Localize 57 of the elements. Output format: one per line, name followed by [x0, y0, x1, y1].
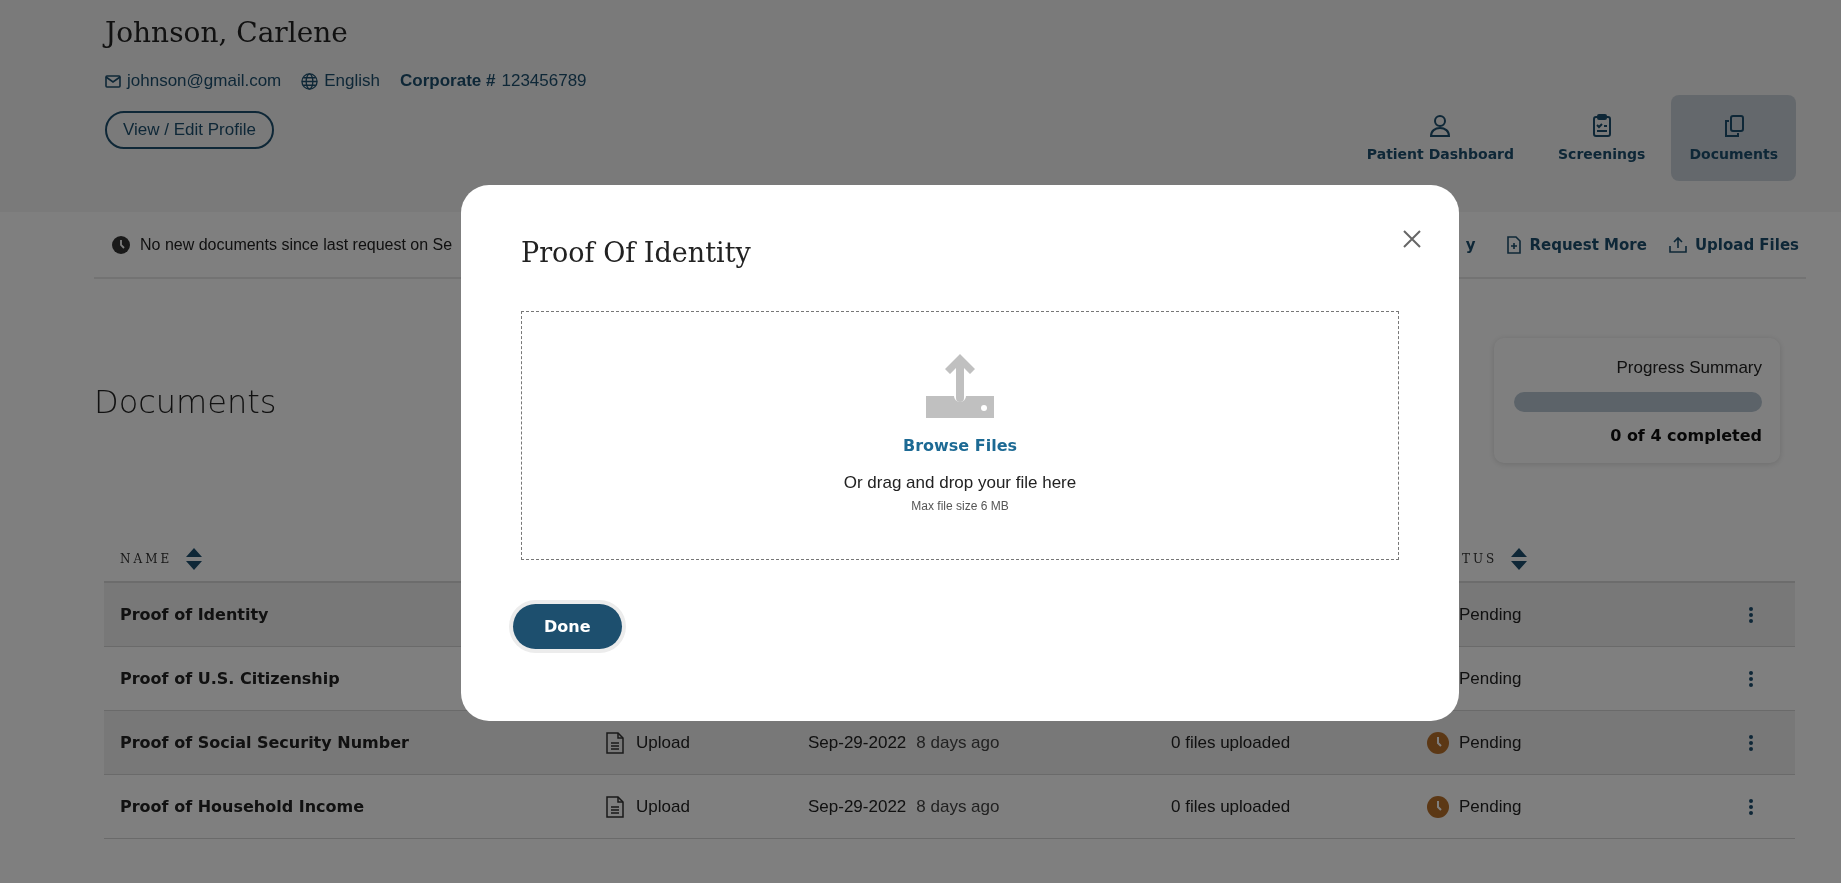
files-count: 0 files uploaded — [1171, 796, 1292, 817]
document-icon — [606, 795, 624, 818]
page-title: Documents — [94, 383, 277, 421]
nav-tab[interactable]: Documents — [1671, 95, 1796, 181]
upload-link[interactable]: Upload — [606, 731, 808, 754]
date-text: Sep-29-2022 — [808, 732, 907, 753]
close-icon — [1403, 230, 1421, 248]
toolbar-link[interactable]: Upload Files — [1668, 235, 1799, 254]
kebab-icon — [1749, 798, 1753, 815]
copy-icon — [1722, 114, 1745, 138]
toolbar-link[interactable]: Request More — [1507, 235, 1647, 254]
globe-icon — [301, 72, 319, 90]
nav-tab[interactable]: Screenings — [1540, 95, 1664, 181]
clock-icon — [112, 235, 130, 254]
status-text: Pending — [1459, 732, 1522, 753]
dialog-title: Proof Of Identity — [521, 237, 752, 268]
language-text: English — [324, 71, 381, 91]
status-text: Pending — [1459, 668, 1522, 689]
progress-text: 0 of 4 completed — [1610, 426, 1762, 445]
document-name: Proof of Household Income — [120, 797, 365, 816]
close-button[interactable] — [1403, 230, 1421, 248]
drop-hint: Or drag and drop your file here — [843, 473, 1077, 493]
document-name: Proof of Identity — [120, 605, 269, 624]
column-header: TUS — [1462, 551, 1498, 566]
browse-files-link[interactable]: Browse Files — [902, 436, 1018, 455]
status-text: Pending — [1459, 796, 1522, 817]
sort-icon[interactable] — [1511, 547, 1528, 570]
email-text: johnson@gmail.com — [127, 71, 282, 91]
size-limit: Max file size 6 MB — [911, 499, 1009, 513]
clock-icon — [1427, 795, 1449, 818]
files-count: 0 files uploaded — [1171, 732, 1292, 753]
status-text: Pending — [1459, 604, 1522, 625]
upload-icon — [1668, 235, 1687, 254]
kebab-icon — [1749, 734, 1753, 751]
document-icon — [606, 731, 624, 754]
relative-time: 8 days ago — [916, 732, 1000, 753]
sort-icon[interactable] — [186, 547, 203, 570]
edit-profile-button[interactable]: View / Edit Profile — [105, 111, 274, 149]
document-name: Proof of Social Security Number — [120, 733, 409, 752]
date-text: Sep-29-2022 — [808, 796, 907, 817]
kebab-icon — [1749, 606, 1753, 623]
corporate-number: 123456789 — [501, 71, 587, 91]
document-name: Proof of U.S. Citizenship — [120, 669, 340, 688]
nav-tab[interactable]: Patient Dashboard — [1348, 95, 1533, 181]
person-icon — [1429, 114, 1452, 138]
clipboard-icon — [1591, 114, 1612, 138]
corporate-label: Corporate # — [400, 71, 496, 91]
file-plus-icon — [1507, 235, 1522, 254]
toolbar-link[interactable]: y — [1465, 235, 1476, 254]
column-header: NAME — [120, 551, 173, 566]
mail-icon — [105, 74, 121, 88]
kebab-icon — [1749, 670, 1753, 687]
card-title: Progress Summary — [1616, 358, 1762, 378]
relative-time: 8 days ago — [916, 796, 1000, 817]
clock-icon — [1427, 731, 1449, 754]
notice-text: No new documents since last request on Se — [140, 235, 453, 254]
upload-link[interactable]: Upload — [606, 795, 808, 818]
